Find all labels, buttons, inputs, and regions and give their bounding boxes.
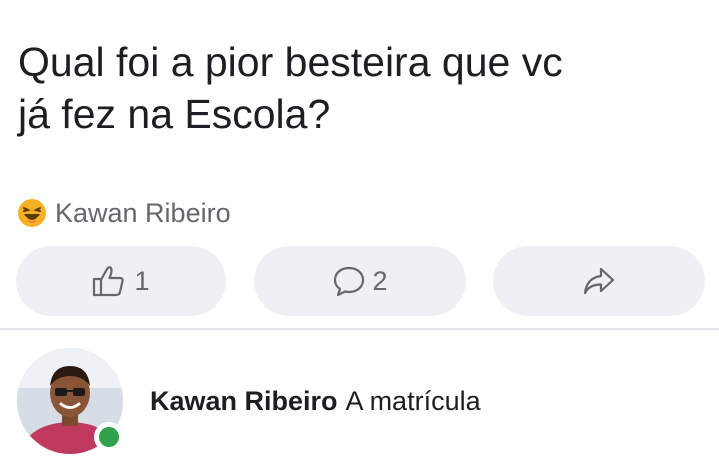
post-text-line-2: já fez na Escola? — [18, 91, 331, 137]
reactions-summary[interactable]: Kawan Ribeiro — [17, 196, 231, 230]
comment-author[interactable]: Kawan Ribeiro — [150, 386, 338, 416]
online-status-indicator — [94, 422, 124, 452]
post-text: Qual foi a pior besteira que vc já fez n… — [18, 36, 698, 140]
comment-bubble-icon — [334, 266, 365, 297]
like-count: 1 — [134, 265, 150, 296]
share-button[interactable] — [493, 246, 705, 316]
share-arrow-icon — [583, 267, 615, 295]
post-text-line-1: Qual foi a pior besteira que vc — [18, 39, 563, 85]
comment-button[interactable]: 2 — [254, 246, 466, 316]
haha-emoji-icon — [18, 199, 46, 227]
reactor-name[interactable]: Kawan Ribeiro — [55, 198, 231, 229]
divider — [0, 328, 719, 330]
comment-item: Kawan Ribeiro A matrícula — [0, 340, 719, 460]
comment-body: Kawan Ribeiro A matrícula — [150, 386, 481, 417]
comment-text: A matrícula — [345, 386, 481, 416]
thumbs-up-icon — [93, 266, 125, 297]
comment-count: 2 — [372, 265, 388, 296]
like-button[interactable]: 1 — [16, 246, 226, 316]
